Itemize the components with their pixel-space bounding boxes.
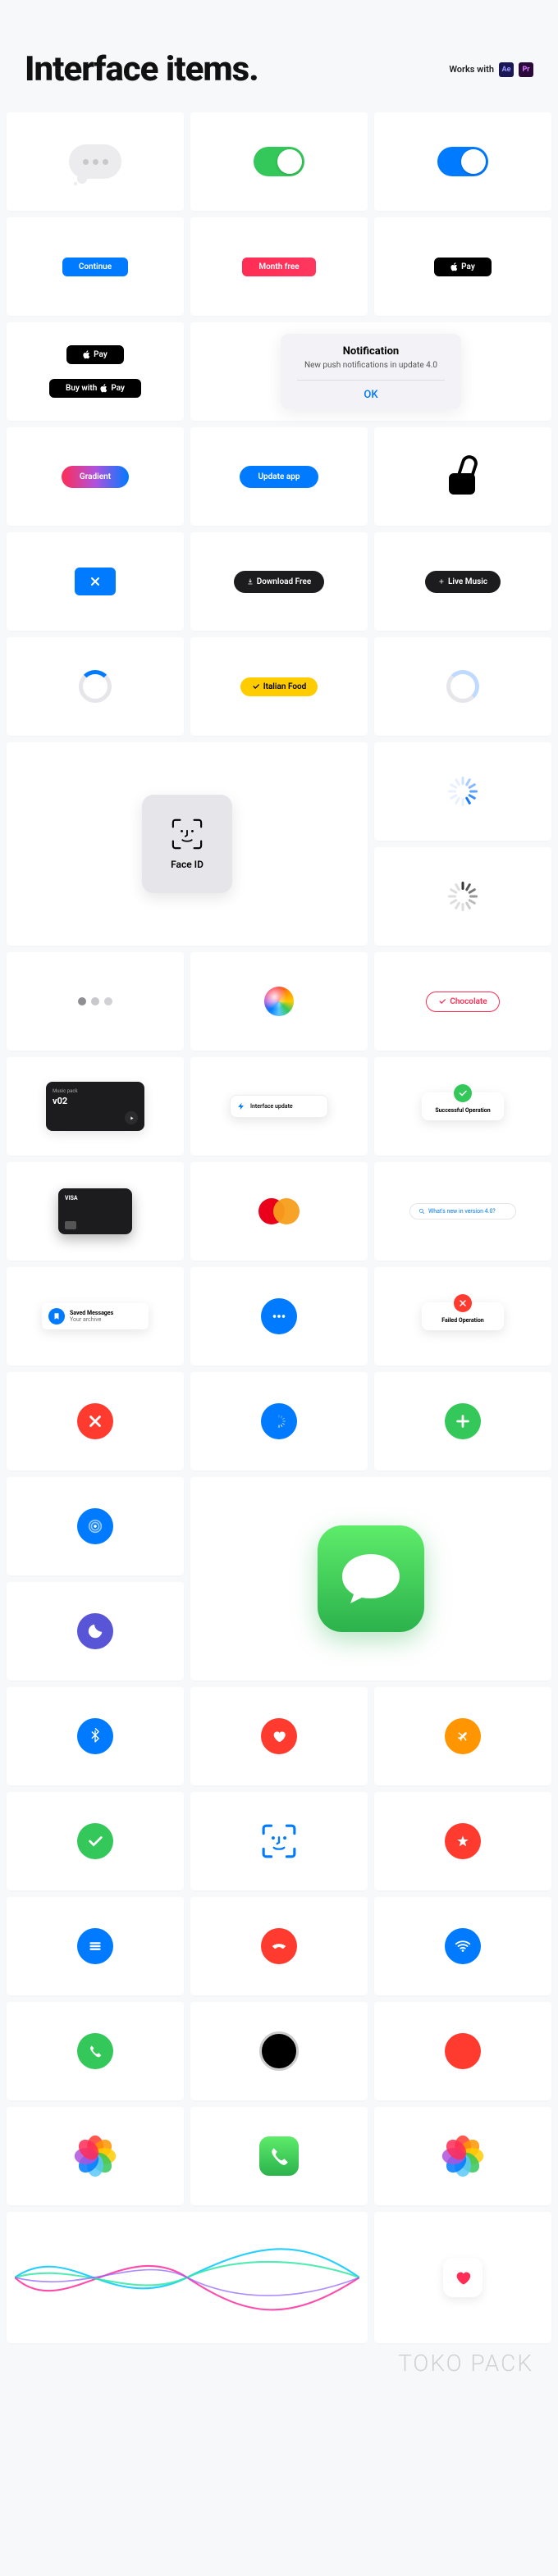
face-id-card[interactable]: Face ID — [142, 795, 232, 893]
more-button[interactable] — [261, 1298, 297, 1334]
rainbow-spinner-icon — [264, 987, 294, 1016]
live-music-button[interactable]: Live Music — [425, 571, 501, 593]
notification-body: New push notifications in update 4.0 — [297, 361, 445, 370]
loading-button — [261, 1403, 297, 1439]
interface-update-card[interactable]: Interface update — [230, 1095, 328, 1118]
spinner-ring-icon — [79, 670, 112, 703]
spinner-ring-light-icon — [446, 670, 479, 703]
call-button[interactable] — [77, 2033, 113, 2069]
bolt-icon — [237, 1102, 245, 1110]
loading-dots-icon — [78, 997, 112, 1005]
apple-icon — [451, 262, 458, 271]
failed-card: Failed Operation — [422, 1302, 504, 1330]
download-icon — [247, 578, 254, 585]
star-button[interactable] — [445, 1823, 481, 1859]
health-app-icon[interactable] — [443, 2258, 483, 2297]
end-call-button[interactable] — [261, 1928, 297, 1964]
notification-ok-button[interactable]: OK — [297, 380, 445, 409]
add-button[interactable] — [445, 1403, 481, 1439]
update-app-button[interactable]: Update app — [240, 466, 318, 488]
close-button[interactable] — [77, 1403, 113, 1439]
face-id-label: Face ID — [171, 859, 204, 870]
phone-app-icon[interactable] — [259, 2136, 299, 2176]
apple-icon — [83, 350, 90, 359]
wifi-button[interactable] — [445, 1928, 481, 1964]
toggle-green[interactable] — [254, 147, 304, 176]
heart-button[interactable] — [261, 1718, 297, 1754]
siri-wave-icon — [15, 2241, 359, 2314]
unlock-icon — [449, 458, 477, 495]
record-active-button[interactable] — [445, 2033, 481, 2069]
success-card: Successful Operation — [422, 1092, 504, 1120]
chocolate-chip[interactable]: Chocolate — [426, 992, 499, 1012]
airdrop-button[interactable] — [77, 1508, 113, 1544]
speech-bubble-icon — [338, 1550, 404, 1607]
confirm-button[interactable] — [77, 1823, 113, 1859]
works-with-label: Works with — [449, 64, 494, 75]
continue-button[interactable]: Continue — [62, 258, 128, 276]
notification-title: Notification — [297, 345, 445, 358]
bookmark-icon — [48, 1308, 65, 1324]
face-id-icon — [171, 818, 204, 850]
check-icon — [252, 682, 260, 691]
x-circle-icon — [454, 1294, 472, 1312]
after-effects-icon: Ae — [499, 62, 514, 77]
record-button[interactable] — [259, 2031, 299, 2071]
works-with: Works with Ae Pr — [449, 62, 533, 77]
typing-bubble-icon — [69, 144, 121, 179]
month-free-button[interactable]: Month free — [242, 258, 315, 276]
apple-pay-button[interactable]: Pay — [434, 258, 492, 276]
plus-icon — [438, 578, 445, 585]
spinner-radial-gray-icon — [448, 882, 478, 911]
play-icon[interactable] — [125, 1111, 138, 1124]
apple-icon — [100, 384, 107, 393]
music-pack-card[interactable]: Music pack v02 — [46, 1082, 144, 1131]
search-pill[interactable]: What's new in version 4.0? — [409, 1203, 516, 1220]
apple-pay-button-2[interactable]: Pay — [66, 345, 124, 364]
check-circle-icon — [454, 1084, 472, 1102]
toggle-blue[interactable] — [437, 147, 488, 176]
backspace-tag-button[interactable] — [75, 568, 116, 595]
search-icon — [418, 1208, 425, 1215]
bluetooth-button[interactable] — [77, 1718, 113, 1754]
photos-icon[interactable] — [75, 2136, 115, 2176]
do-not-disturb-button[interactable] — [77, 1613, 113, 1649]
mastercard-icon — [258, 1198, 300, 1224]
gradient-button[interactable]: Gradient — [62, 466, 129, 488]
menu-button[interactable] — [77, 1928, 113, 1964]
notification-dialog: Notification New push notifications in u… — [281, 334, 461, 409]
face-id-flat-icon — [261, 1823, 297, 1859]
page-title: Interface items. — [25, 49, 258, 89]
chip-icon — [65, 1221, 76, 1229]
italian-food-chip[interactable]: Italian Food — [240, 677, 318, 696]
download-free-button[interactable]: Download Free — [234, 571, 325, 593]
airplane-mode-button[interactable] — [445, 1718, 481, 1754]
photos-icon[interactable] — [443, 2136, 483, 2176]
credit-card[interactable]: VISA — [58, 1188, 132, 1234]
footer-brand: TOKO PACK — [0, 2350, 558, 2401]
messages-app-icon[interactable] — [318, 1525, 424, 1632]
check-icon — [438, 997, 446, 1005]
spinner-radial-blue-icon — [448, 777, 478, 806]
premiere-icon: Pr — [519, 62, 533, 77]
buy-with-apple-pay-button[interactable]: Buy with Pay — [49, 379, 141, 398]
saved-messages-toast[interactable]: Saved Messages Your archive — [42, 1303, 149, 1329]
